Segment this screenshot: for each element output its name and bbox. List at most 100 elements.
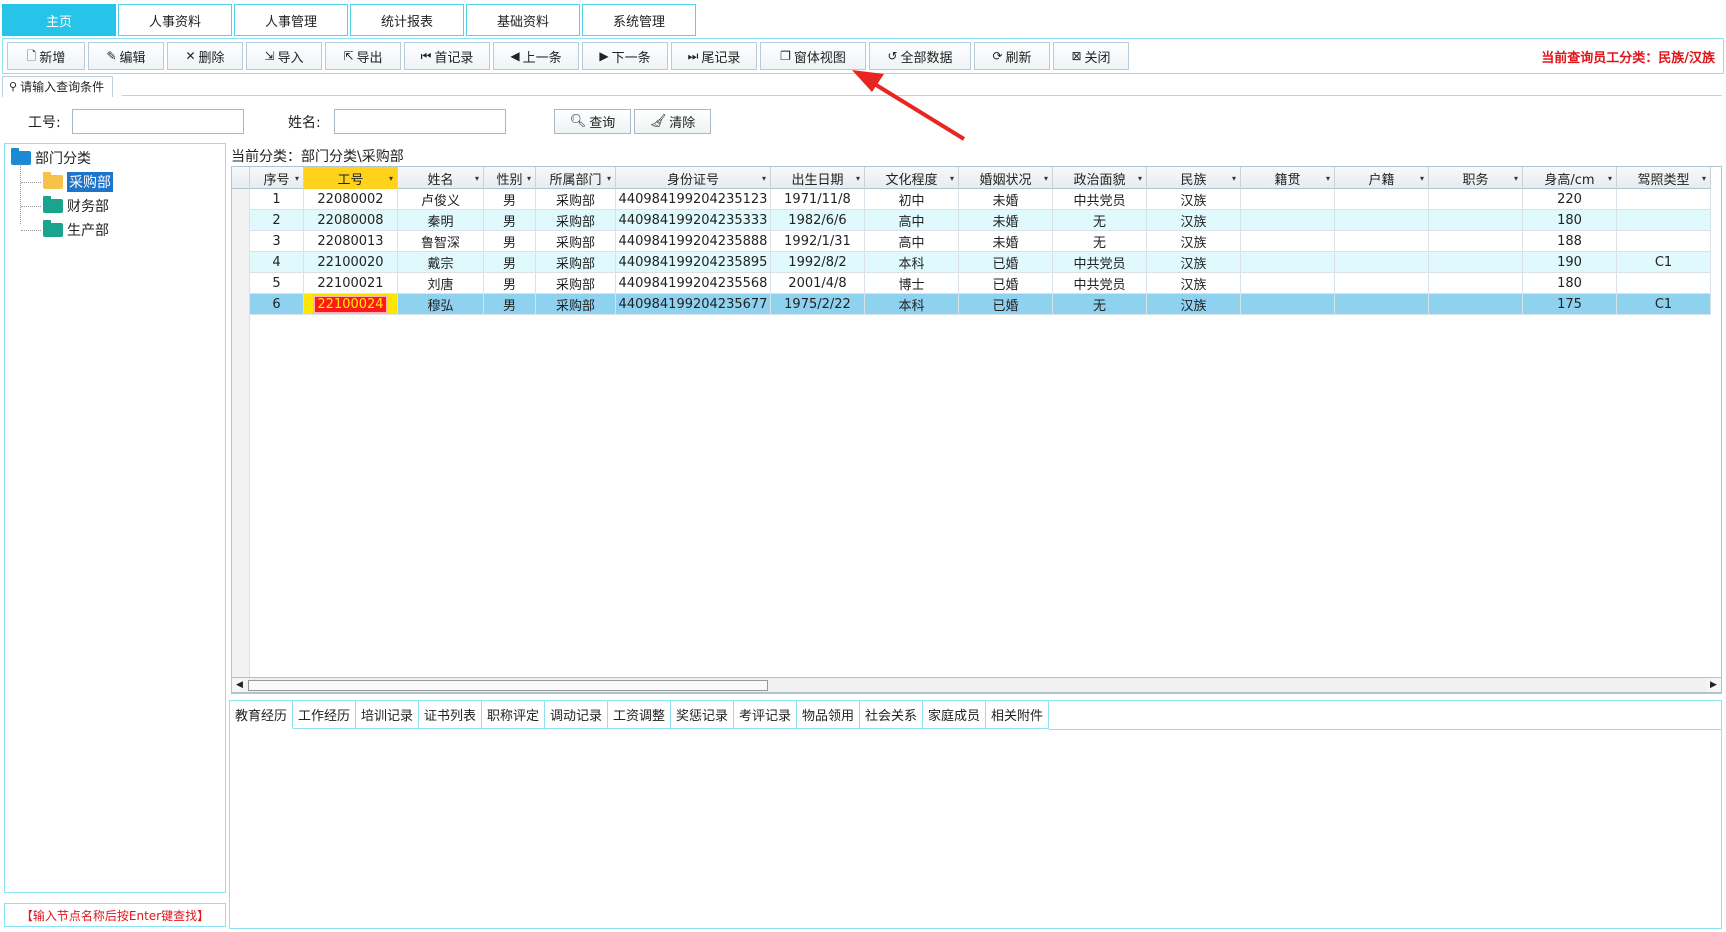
table-cell[interactable]: 鲁智深	[398, 231, 484, 252]
table-cell[interactable]: 秦明	[398, 210, 484, 231]
edit-button[interactable]: ✎ 编辑	[88, 42, 164, 70]
table-cell[interactable]: 未婚	[959, 189, 1053, 210]
table-cell[interactable]: 5	[250, 273, 304, 294]
table-cell[interactable]: 无	[1053, 210, 1147, 231]
column-header[interactable]: 文化程度 ▾	[865, 167, 959, 189]
column-header[interactable]: 民族 ▾	[1147, 167, 1241, 189]
filter-dropdown-icon[interactable]: ▾	[295, 174, 299, 183]
tree-root-node[interactable]: 部门分类	[11, 148, 91, 168]
table-cell[interactable]: 440984199204235123	[616, 189, 771, 210]
filter-dropdown-icon[interactable]: ▾	[1420, 174, 1424, 183]
detail-tab[interactable]: 家庭成员	[923, 701, 986, 729]
table-cell[interactable]: 175	[1523, 294, 1617, 315]
table-cell[interactable]	[1241, 189, 1335, 210]
table-cell[interactable]	[1429, 273, 1523, 294]
column-header[interactable]: 籍贯 ▾	[1241, 167, 1335, 189]
name-input[interactable]	[334, 109, 506, 134]
table-cell[interactable]	[1241, 294, 1335, 315]
table-row[interactable]: 4 22100020 戴宗男采购部 440984199204235895 1992/8/…	[232, 252, 1711, 273]
table-cell[interactable]	[1617, 210, 1711, 231]
table-cell[interactable]: 22100020	[304, 252, 398, 273]
table-cell[interactable]: 卢俊义	[398, 189, 484, 210]
table-cell[interactable]: 汉族	[1147, 231, 1241, 252]
column-header[interactable]: 身份证号 ▾	[616, 167, 771, 189]
column-header[interactable]: 序号 ▾	[250, 167, 304, 189]
table-cell[interactable]	[1335, 231, 1429, 252]
table-cell[interactable]: 2001/4/8	[771, 273, 865, 294]
table-cell[interactable]: 男	[484, 231, 536, 252]
emp-id-input[interactable]	[72, 109, 244, 134]
table-cell[interactable]: 已婚	[959, 273, 1053, 294]
table-cell[interactable]: 22080002	[304, 189, 398, 210]
table-cell[interactable]: 无	[1053, 294, 1147, 315]
table-cell[interactable]	[1429, 231, 1523, 252]
column-header[interactable]: 工号 ▾	[304, 167, 398, 189]
last-record-button[interactable]: ⏭ 尾记录	[671, 42, 757, 70]
tab-statistics-reports[interactable]: 统计报表	[350, 4, 464, 36]
all-data-button[interactable]: ↺ 全部数据	[869, 42, 971, 70]
filter-dropdown-icon[interactable]: ▾	[1138, 174, 1142, 183]
table-cell[interactable]: 6	[250, 294, 304, 315]
table-cell[interactable]: 中共党员	[1053, 252, 1147, 273]
table-row[interactable]: 6 22100024 穆弘男采购部 440984199204235677 1975/2/…	[232, 294, 1711, 315]
filter-dropdown-icon[interactable]: ▾	[1232, 174, 1236, 183]
column-header[interactable]: 户籍 ▾	[1335, 167, 1429, 189]
table-cell[interactable]: C1	[1617, 252, 1711, 273]
table-cell[interactable]	[1429, 189, 1523, 210]
table-cell[interactable]: 22100021	[304, 273, 398, 294]
refresh-button[interactable]: ⟳ 刷新	[974, 42, 1050, 70]
table-cell[interactable]: 22080008	[304, 210, 398, 231]
table-cell[interactable]: 采购部	[536, 231, 616, 252]
detail-tab[interactable]: 物品领用	[797, 701, 860, 729]
column-header[interactable]: 职务 ▾	[1429, 167, 1523, 189]
table-cell[interactable]: 440984199204235568	[616, 273, 771, 294]
table-row[interactable]: 5 22100021 刘唐男采购部 440984199204235568 2001/4/…	[232, 273, 1711, 294]
filter-dropdown-icon[interactable]: ▾	[1044, 174, 1048, 183]
table-cell[interactable]	[1617, 189, 1711, 210]
table-cell[interactable]: C1	[1617, 294, 1711, 315]
tab-basic-data[interactable]: 基础资料	[466, 4, 580, 36]
table-cell[interactable]: 1992/8/2	[771, 252, 865, 273]
table-cell[interactable]: 汉族	[1147, 189, 1241, 210]
table-cell[interactable]	[1335, 189, 1429, 210]
table-cell[interactable]: 1975/2/22	[771, 294, 865, 315]
table-cell[interactable]	[1241, 210, 1335, 231]
table-cell[interactable]: 1982/6/6	[771, 210, 865, 231]
table-cell[interactable]: 高中	[865, 210, 959, 231]
table-row[interactable]: 2 22080008 秦明男采购部 440984199204235333 1982/6/…	[232, 210, 1711, 231]
table-cell[interactable]: 440984199204235333	[616, 210, 771, 231]
table-cell[interactable]: 220	[1523, 189, 1617, 210]
table-cell[interactable]	[1335, 273, 1429, 294]
table-cell[interactable]: 2	[250, 210, 304, 231]
form-view-button[interactable]: ❐ 窗体视图	[760, 42, 866, 70]
table-cell[interactable]: 高中	[865, 231, 959, 252]
table-cell[interactable]: 本科	[865, 252, 959, 273]
first-record-button[interactable]: ⏮ 首记录	[404, 42, 490, 70]
table-cell[interactable]: 440984199204235888	[616, 231, 771, 252]
table-cell[interactable]: 男	[484, 189, 536, 210]
table-cell[interactable]: 采购部	[536, 252, 616, 273]
table-row[interactable]: 1 22080002 卢俊义男采购部 440984199204235123 1971/1…	[232, 189, 1711, 210]
filter-dropdown-icon[interactable]: ▾	[950, 174, 954, 183]
table-cell[interactable]: 4	[250, 252, 304, 273]
clear-button[interactable]: 🧹︎ 清除	[634, 109, 711, 134]
filter-dropdown-icon[interactable]: ▾	[1608, 174, 1612, 183]
table-cell[interactable]: 未婚	[959, 231, 1053, 252]
filter-dropdown-icon[interactable]: ▾	[1514, 174, 1518, 183]
table-cell[interactable]: 穆弘	[398, 294, 484, 315]
table-cell[interactable]	[1335, 294, 1429, 315]
table-row[interactable]: 3 22080013 鲁智深男采购部 440984199204235888 1992/1…	[232, 231, 1711, 252]
filter-dropdown-icon[interactable]: ▾	[389, 174, 393, 183]
table-cell[interactable]: 中共党员	[1053, 273, 1147, 294]
table-cell[interactable]: 1	[250, 189, 304, 210]
table-cell[interactable]: 190	[1523, 252, 1617, 273]
table-cell[interactable]	[1429, 210, 1523, 231]
table-cell[interactable]: 男	[484, 294, 536, 315]
tab-personnel-data[interactable]: 人事资料	[118, 4, 232, 36]
table-cell[interactable]: 440984199204235895	[616, 252, 771, 273]
tree-item-production[interactable]: 生产部	[43, 220, 109, 240]
table-cell[interactable]: 男	[484, 273, 536, 294]
detail-tab[interactable]: 证书列表	[419, 701, 482, 729]
detail-tab[interactable]: 调动记录	[545, 701, 608, 729]
table-cell[interactable]	[1429, 294, 1523, 315]
